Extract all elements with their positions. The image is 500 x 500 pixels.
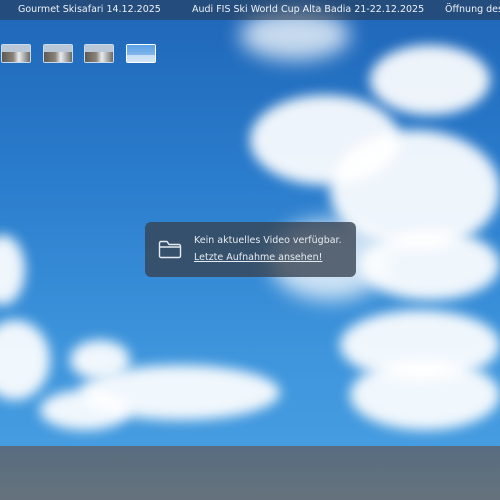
thumbnail[interactable] [84,44,114,63]
folder-icon [158,240,182,259]
ticker-item[interactable]: Gourmet Skisafari 14.12.2025 [18,0,161,20]
no-video-notice: Kein aktuelles Video verfügbar. Letzte A… [145,222,356,277]
last-recording-link[interactable]: Letzte Aufnahme ansehen! [194,250,322,265]
thumbnail[interactable] [43,44,73,63]
thumbnail-strip [0,44,160,63]
ticker-item[interactable]: Audi FIS Ski World Cup Alta Badia 21-22.… [192,0,424,20]
news-ticker: Gourmet Skisafari 14.12.2025 Audi FIS Sk… [0,0,500,20]
bottom-panel [0,446,500,500]
ticker-item[interactable]: Öffnung des S [445,0,500,20]
thumbnail[interactable] [1,44,31,63]
webcam-view: Gourmet Skisafari 14.12.2025 Audi FIS Sk… [0,0,500,500]
thumbnail-active[interactable] [126,44,156,63]
notice-message: Kein aktuelles Video verfügbar. [194,235,342,246]
